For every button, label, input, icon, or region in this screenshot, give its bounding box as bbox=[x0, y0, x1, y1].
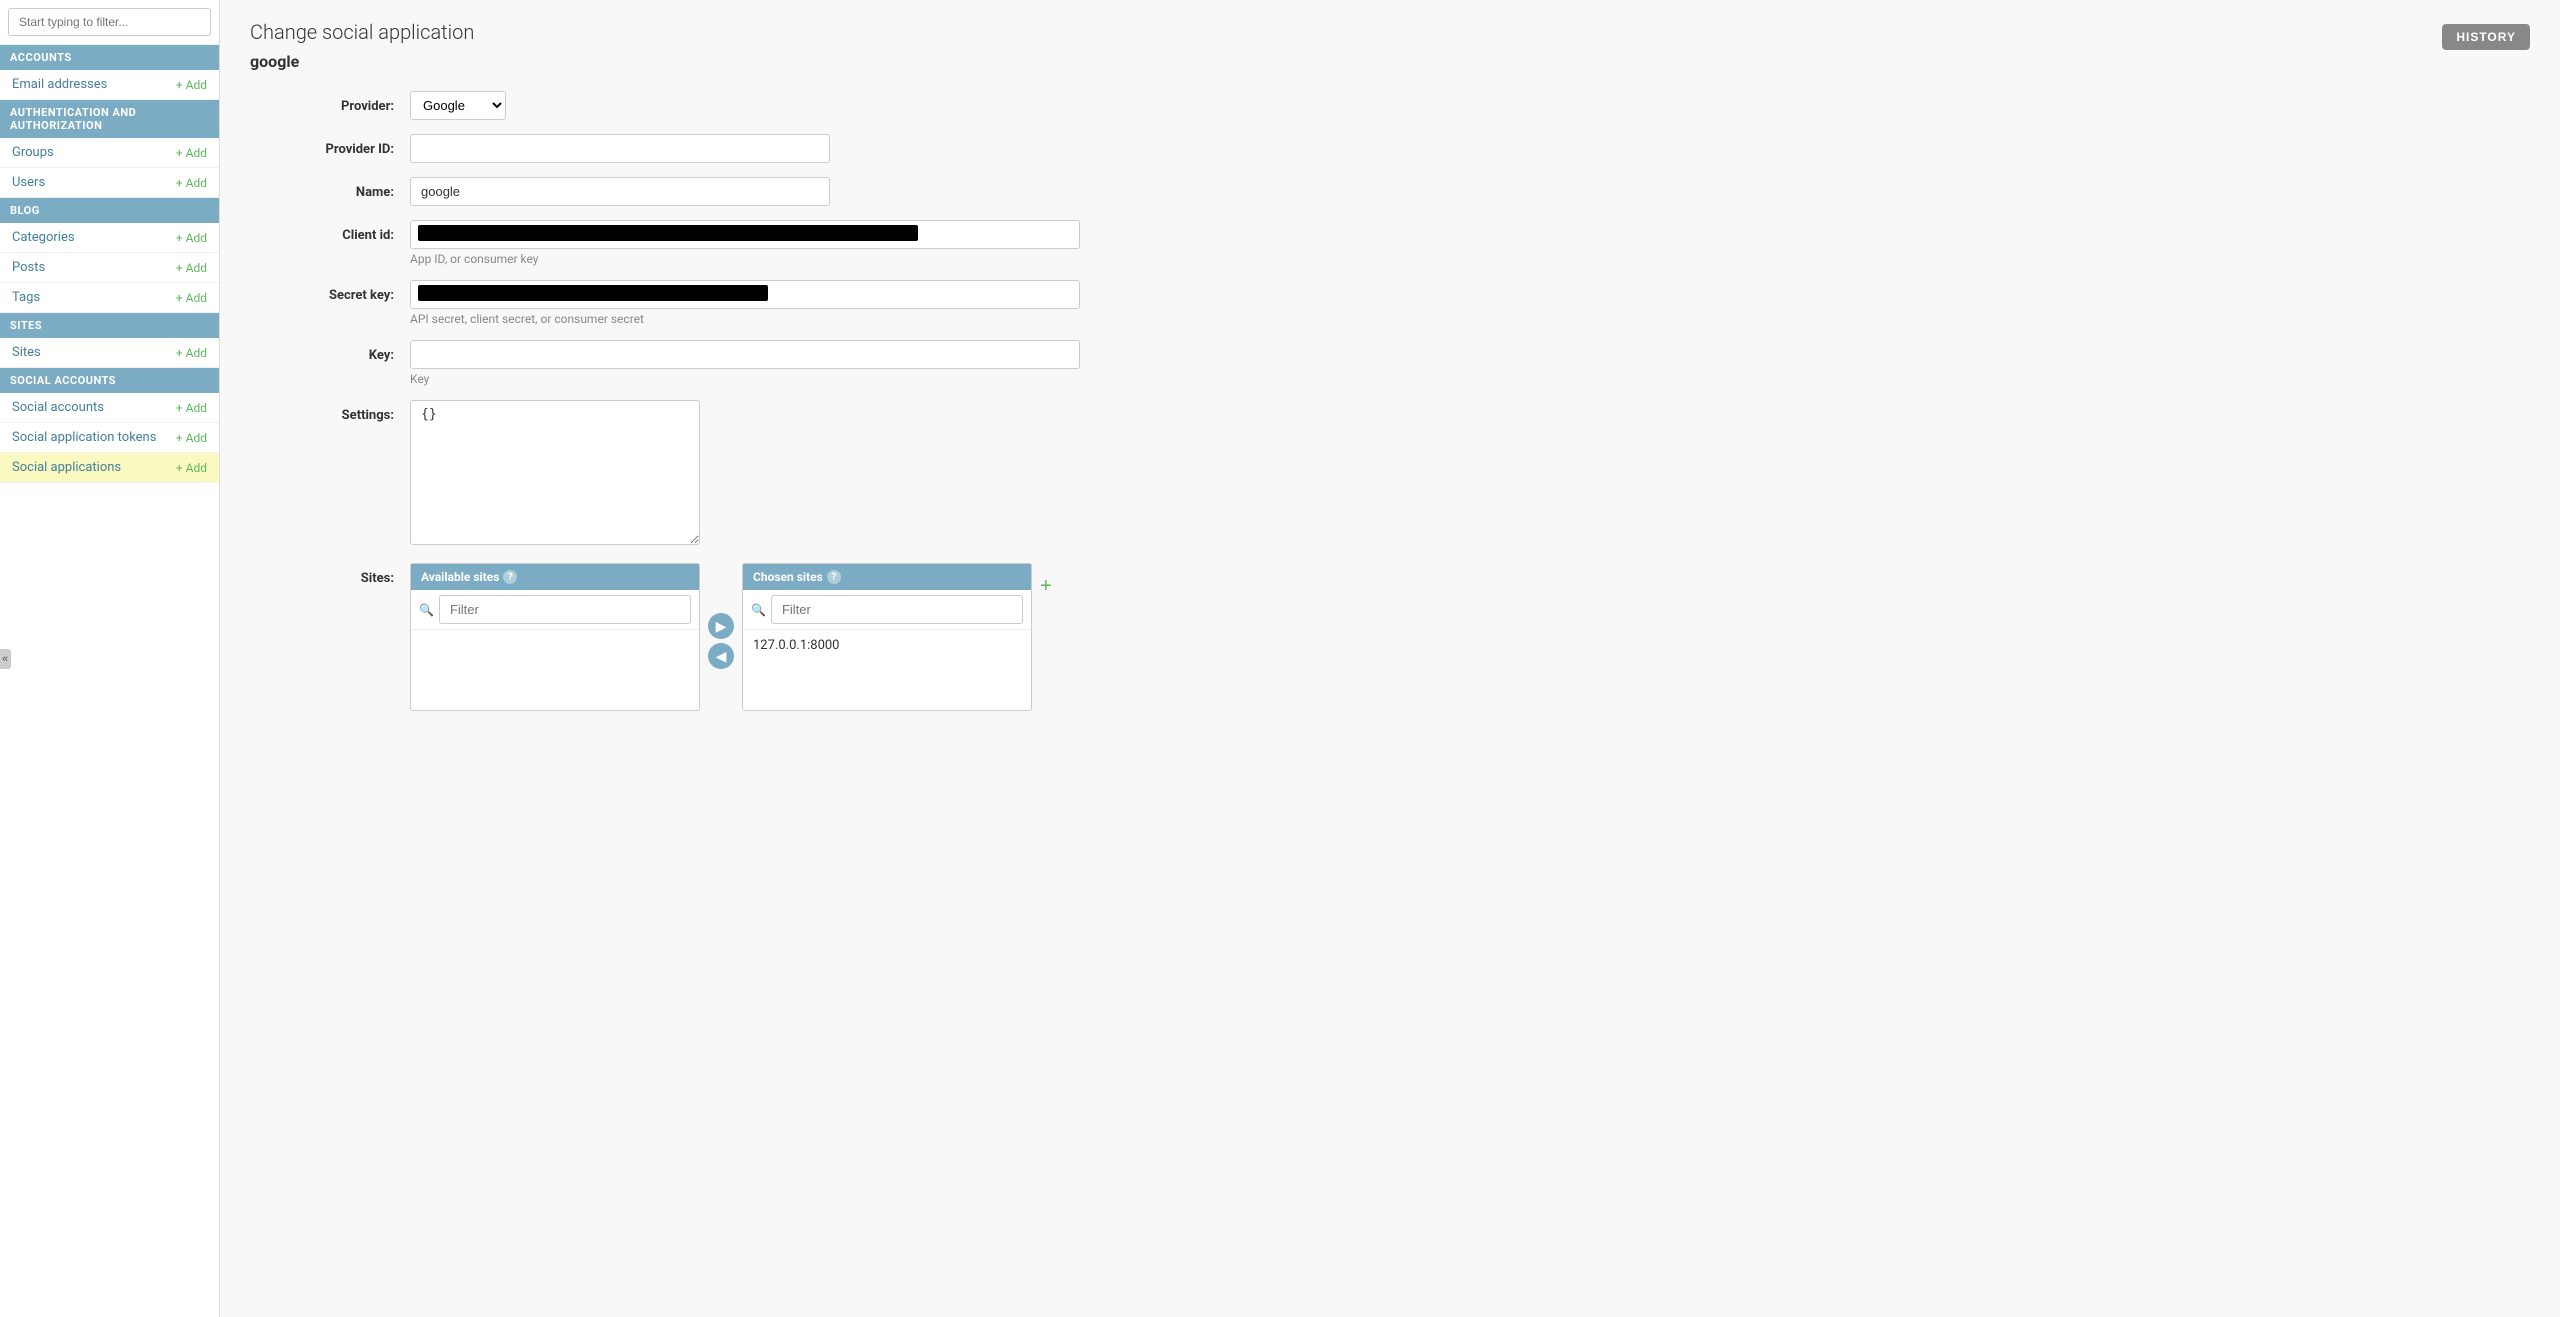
available-sites-list bbox=[411, 630, 699, 710]
available-sites-filter-input[interactable] bbox=[439, 595, 691, 624]
available-sites-box: Available sites ? 🔍 bbox=[410, 563, 700, 711]
sidebar-item-groups[interactable]: Groups + Add bbox=[0, 138, 219, 168]
settings-textarea[interactable]: {} bbox=[410, 400, 700, 545]
sidebar-collapse-button[interactable]: « bbox=[0, 649, 11, 669]
sidebar-item-email-addresses[interactable]: Email addresses + Add bbox=[0, 70, 219, 100]
chosen-sites-filter-row: 🔍 bbox=[743, 590, 1031, 630]
provider-select[interactable]: Google Facebook Twitter GitHub bbox=[410, 91, 506, 120]
settings-label: Settings: bbox=[250, 400, 410, 423]
key-field: Key bbox=[410, 340, 1090, 386]
name-field bbox=[410, 177, 1090, 206]
chosen-sites-header: Chosen sites ? bbox=[743, 564, 1031, 590]
client-id-input[interactable] bbox=[410, 220, 1080, 249]
search-icon-chosen: 🔍 bbox=[751, 603, 766, 617]
page-title: Change social application bbox=[250, 20, 2530, 44]
key-input[interactable] bbox=[410, 340, 1080, 369]
move-left-button[interactable]: ◀ bbox=[708, 643, 734, 669]
sidebar-item-users[interactable]: Users + Add bbox=[0, 168, 219, 198]
available-sites-header: Available sites ? bbox=[411, 564, 699, 590]
provider-id-field bbox=[410, 134, 1090, 163]
sidebar: ACCOUNTS Email addresses + Add AUTHENTIC… bbox=[0, 0, 220, 1317]
client-id-row: Client id: App ID, or consumer key bbox=[250, 220, 2530, 266]
move-right-button[interactable]: ▶ bbox=[708, 613, 734, 639]
name-row: Name: bbox=[250, 177, 2530, 206]
chosen-sites-help-icon[interactable]: ? bbox=[827, 570, 841, 584]
settings-field: {} bbox=[410, 400, 1090, 549]
secret-key-label: Secret key: bbox=[250, 280, 410, 303]
client-id-help: App ID, or consumer key bbox=[410, 252, 1090, 266]
sidebar-section-blog: BLOG bbox=[0, 198, 219, 223]
sites-add-button[interactable]: + bbox=[1040, 571, 1052, 598]
available-sites-help-icon[interactable]: ? bbox=[503, 570, 517, 584]
chosen-site-item[interactable]: 127.0.0.1:8000 bbox=[743, 634, 1031, 657]
sidebar-section-sites: SITES bbox=[0, 313, 219, 338]
search-icon: 🔍 bbox=[419, 603, 434, 617]
client-id-field: App ID, or consumer key bbox=[410, 220, 1090, 266]
key-help: Key bbox=[410, 372, 1090, 386]
name-label: Name: bbox=[250, 177, 410, 200]
sites-label: Sites: bbox=[250, 563, 410, 586]
name-input[interactable] bbox=[410, 177, 830, 206]
secret-key-field: API secret, client secret, or consumer s… bbox=[410, 280, 1090, 326]
available-sites-filter-row: 🔍 bbox=[411, 590, 699, 630]
sidebar-filter[interactable] bbox=[0, 0, 219, 45]
provider-field: Google Facebook Twitter GitHub bbox=[410, 91, 1090, 120]
sidebar-item-tags[interactable]: Tags + Add bbox=[0, 283, 219, 313]
chosen-sites-list: 127.0.0.1:8000 bbox=[743, 630, 1031, 710]
chosen-sites-box: Chosen sites ? 🔍 127.0.0.1:8000 bbox=[742, 563, 1032, 711]
provider-id-input[interactable] bbox=[410, 134, 830, 163]
sidebar-item-sites[interactable]: Sites + Add bbox=[0, 338, 219, 368]
provider-row: Provider: Google Facebook Twitter GitHub bbox=[250, 91, 2530, 120]
provider-label: Provider: bbox=[250, 91, 410, 114]
sidebar-item-social-applications[interactable]: Social applications + Add bbox=[0, 453, 219, 483]
client-id-label: Client id: bbox=[250, 220, 410, 243]
sidebar-section-accounts: ACCOUNTS bbox=[0, 45, 219, 70]
settings-row: Settings: {} bbox=[250, 400, 2530, 549]
sidebar-item-social-application-tokens[interactable]: Social application tokens + Add bbox=[0, 423, 219, 453]
sites-container: Available sites ? 🔍 ▶ ◀ bbox=[410, 563, 1090, 711]
sidebar-section-social-accounts: SOCIAL ACCOUNTS bbox=[0, 368, 219, 393]
sidebar-filter-input[interactable] bbox=[8, 8, 211, 36]
history-button[interactable]: HISTORY bbox=[2442, 24, 2530, 50]
secret-key-input[interactable] bbox=[410, 280, 1080, 309]
secret-key-row: Secret key: API secret, client secret, o… bbox=[250, 280, 2530, 326]
key-label: Key: bbox=[250, 340, 410, 363]
sidebar-item-social-accounts[interactable]: Social accounts + Add bbox=[0, 393, 219, 423]
sidebar-item-categories[interactable]: Categories + Add bbox=[0, 223, 219, 253]
sidebar-section-auth: AUTHENTICATION AND AUTHORIZATION bbox=[0, 100, 219, 138]
key-row: Key: Key bbox=[250, 340, 2530, 386]
provider-id-label: Provider ID: bbox=[250, 134, 410, 157]
sites-field: Available sites ? 🔍 ▶ ◀ bbox=[410, 563, 1090, 711]
chosen-sites-filter-input[interactable] bbox=[771, 595, 1023, 624]
secret-key-help: API secret, client secret, or consumer s… bbox=[410, 312, 1090, 326]
object-name: google bbox=[250, 52, 2530, 71]
main-content: HISTORY Change social application google… bbox=[220, 0, 2560, 1317]
sidebar-item-posts[interactable]: Posts + Add bbox=[0, 253, 219, 283]
sites-arrows: ▶ ◀ bbox=[708, 563, 734, 669]
provider-id-row: Provider ID: bbox=[250, 134, 2530, 163]
sites-row: Sites: Available sites ? 🔍 bbox=[250, 563, 2530, 711]
